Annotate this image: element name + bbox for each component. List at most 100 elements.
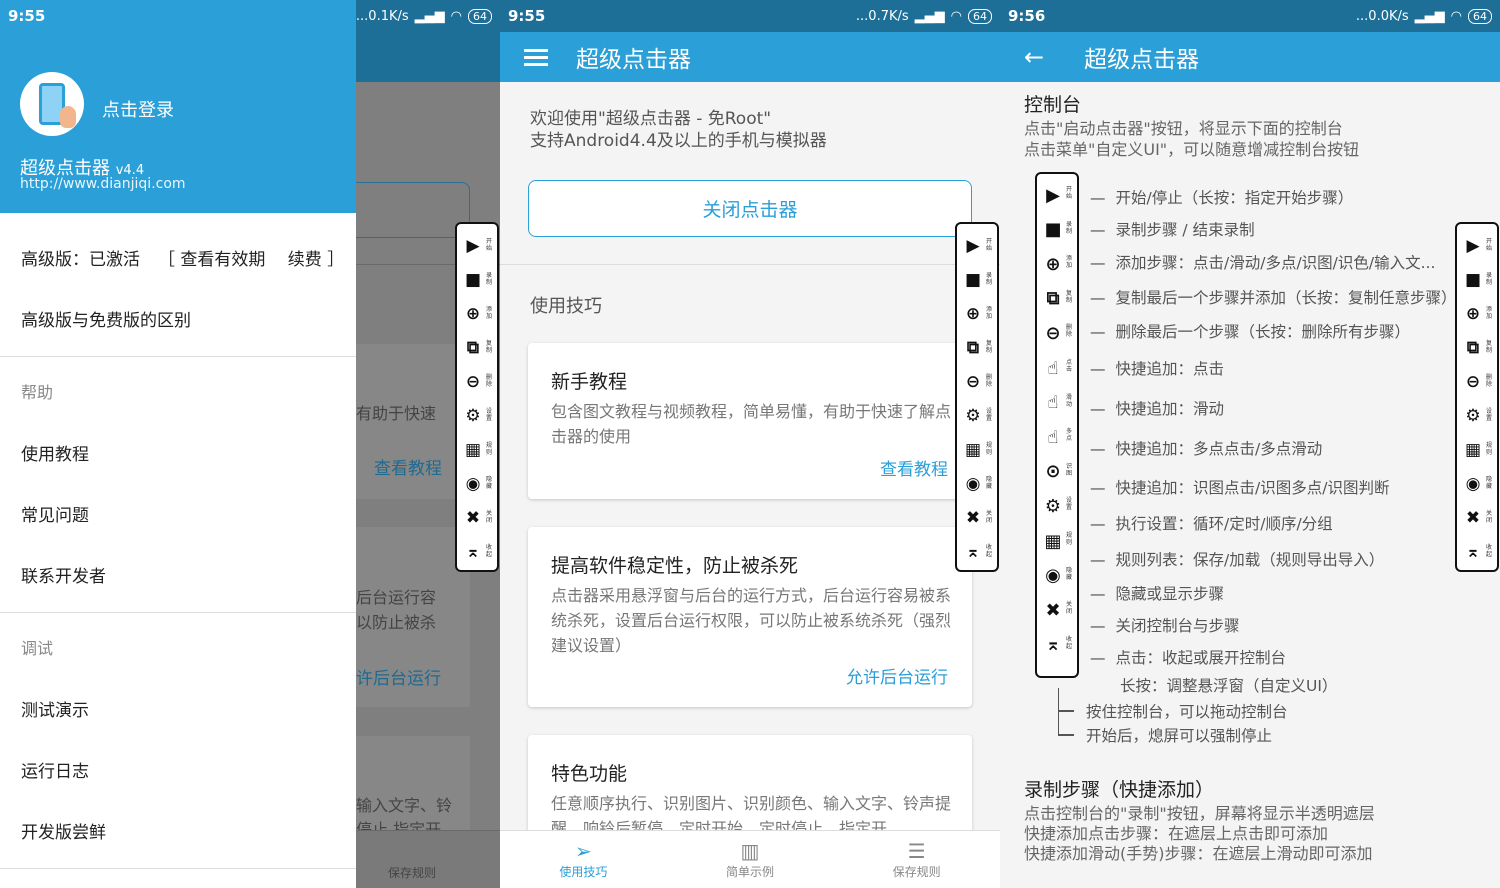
floating-control-bar[interactable]: ▶ 开始 ■ 录制 ⊕ 添加 ⧉ 复制 ⊖ 删除 ⚙ 设置 ▦ 规则 ◉ 隐藏 ✖ 关闭 ⌅ 收起 — [455, 222, 499, 572]
control-label: 关闭 — [1486, 510, 1493, 524]
drawer-screen: 有助于快速 查看教程 后台运行容 以防止被杀 许后台运行 输入文字、铃 停止 指… — [0, 0, 500, 888]
control-label: 收起 — [986, 544, 993, 558]
close-button-shadow — [356, 182, 470, 238]
add-icon[interactable]: ⊕ — [463, 304, 483, 324]
copy-icon[interactable]: ⧉ — [463, 338, 483, 358]
record-icon[interactable]: ■ — [1463, 270, 1483, 290]
behind-link: 许后台运行 — [356, 669, 441, 689]
remove-icon[interactable]: ⊖ — [463, 372, 483, 392]
rules-icon: ▦ — [1044, 530, 1062, 552]
card-title: 新手教程 — [551, 371, 628, 393]
close-clicker-button[interactable]: 关闭点击器 — [528, 180, 972, 237]
tap-icon: ☝ — [1047, 357, 1059, 379]
hide-icon[interactable]: ◉ — [963, 474, 983, 494]
card-title: 提高软件稳定性，防止被杀死 — [551, 555, 799, 577]
behind-nav-label: 保存规则 — [388, 866, 437, 880]
record-icon[interactable]: ■ — [963, 270, 983, 290]
tip-card: 新手教程 包含图文教程与视频教程，简单易懂，有助于快速了解点击器的使用 查看教程 — [528, 343, 972, 499]
close-icon: ✖ — [1045, 599, 1061, 621]
control-label: 收起 — [486, 544, 493, 558]
battery-icon: 64 — [1468, 8, 1492, 24]
wifi-icon: ◠ — [950, 8, 962, 24]
control-label: 录制 — [486, 272, 493, 286]
swipe-icon: ☝ — [1047, 392, 1059, 414]
nav-examples[interactable]: ▥ 简单示例 — [667, 831, 834, 888]
floating-control-bar[interactable]: ▶ 开始 ■ 录制 ⊕ 添加 ⧉ 复制 ⊖ 删除 ⚙ 设置 ▦ 规则 ◉ 隐藏 ✖ 关闭 ⌅ 收起 — [955, 222, 999, 572]
legend-text: 执行设置：循环/定时/顺序/分组 — [1090, 512, 1333, 534]
play-icon[interactable]: ▶ — [463, 236, 483, 256]
page-title: 超级点击器 — [576, 47, 691, 73]
copy-icon[interactable]: ⧉ — [963, 338, 983, 358]
remove-icon[interactable]: ⊖ — [1463, 372, 1483, 392]
allow-background-link[interactable]: 允许后台运行 — [846, 663, 948, 688]
drawer-item-faq[interactable]: 常见问题 — [21, 501, 89, 526]
remove-icon[interactable]: ⊖ — [963, 372, 983, 392]
drawer-item-diff[interactable]: 高级版与免费版的区别 — [21, 306, 191, 331]
close-icon[interactable]: ✖ — [1463, 508, 1483, 528]
control-label: 规则 — [986, 442, 993, 456]
control-label: 设置 — [1066, 497, 1073, 512]
close-icon[interactable]: ✖ — [963, 508, 983, 528]
play-icon[interactable]: ▶ — [963, 236, 983, 256]
control-label: 添加 — [1066, 255, 1073, 270]
collapse-icon[interactable]: ⌅ — [463, 542, 483, 562]
legend-text: 快捷追加：多点点击/多点滑动 — [1090, 437, 1323, 459]
legend-text: 关闭控制台与步骤 — [1090, 614, 1240, 636]
record-desc: 快捷添加点击步骤：在遮层上点击即可添加 — [1024, 824, 1329, 843]
drawer-item-log[interactable]: 运行日志 — [21, 757, 89, 782]
signal-icon: ▂▄▆ — [1414, 8, 1445, 24]
legend-text: 快捷追加：滑动 — [1090, 397, 1225, 419]
network-speed: ...0.7K/s — [855, 8, 909, 24]
legend-text: 复制最后一个步骤并添加（长按：复制任意步骤） — [1090, 286, 1457, 308]
wifi-icon: ◠ — [1450, 8, 1462, 24]
copy-icon[interactable]: ⧉ — [1463, 338, 1483, 358]
rules-icon[interactable]: ▦ — [1463, 440, 1483, 460]
rules-icon[interactable]: ▦ — [963, 440, 983, 460]
premium-actions[interactable]: ［ 查看有效期 续费 ］ — [158, 245, 344, 270]
control-label: 设置 — [486, 408, 493, 422]
menu-icon[interactable] — [524, 45, 548, 70]
drawer-header: 9:55 点击登录 超级点击器 v4.4 http://www.dianjiqi… — [0, 0, 356, 213]
add-icon[interactable]: ⊕ — [1463, 304, 1483, 324]
battery-icon: 64 — [468, 8, 492, 24]
drawer-item-beta[interactable]: 开发版尝鲜 — [21, 818, 106, 843]
play-icon[interactable]: ▶ — [1463, 236, 1483, 256]
control-label: 关闭 — [1066, 601, 1073, 616]
close-icon[interactable]: ✖ — [463, 508, 483, 528]
control-label: 删除 — [486, 374, 493, 388]
record-icon: ■ — [1044, 219, 1062, 241]
control-label: 删除 — [1486, 374, 1493, 388]
rules-icon[interactable]: ▦ — [463, 440, 483, 460]
list-icon: ☰ — [907, 839, 926, 863]
section-debug: 调试 — [21, 639, 54, 658]
multi-tap-icon: ☝ — [1047, 426, 1059, 448]
nav-tips[interactable]: ➢ 使用技巧 — [500, 831, 667, 888]
record-icon[interactable]: ■ — [463, 270, 483, 290]
gear-icon[interactable]: ⚙ — [1463, 406, 1483, 426]
signal-icon: ▂▄▆ — [414, 8, 445, 24]
record-title: 录制步骤（快捷添加） — [1024, 779, 1215, 801]
nav-rules[interactable]: ☰ 保存规则 — [833, 831, 1000, 888]
welcome-line: 欢迎使用"超级点击器 - 免Root" — [530, 109, 772, 129]
gear-icon[interactable]: ⚙ — [963, 406, 983, 426]
gear-icon[interactable]: ⚙ — [463, 406, 483, 426]
view-tutorial-link[interactable]: 查看教程 — [880, 455, 948, 480]
drawer-item-demo[interactable]: 测试演示 — [21, 696, 89, 721]
divider — [0, 868, 356, 869]
divider — [0, 356, 356, 357]
avatar[interactable] — [20, 72, 84, 136]
back-arrow-icon[interactable]: ← — [1024, 43, 1044, 71]
drawer-item-tutorial[interactable]: 使用教程 — [21, 440, 89, 465]
control-label: 滑动 — [1066, 393, 1073, 408]
hide-icon[interactable]: ◉ — [463, 474, 483, 494]
add-icon[interactable]: ⊕ — [963, 304, 983, 324]
drawer-item-contact[interactable]: 联系开发者 — [21, 562, 106, 587]
status-bar: 9:55 ...0.7K/s ▂▄▆ ◠ 64 — [500, 0, 1000, 32]
login-link[interactable]: 点击登录 — [102, 96, 174, 122]
collapse-icon[interactable]: ⌅ — [1463, 542, 1483, 562]
tip-card: 提高软件稳定性，防止被杀死 点击器采用悬浮窗与后台的运行方式，后台运行容易被系统… — [528, 527, 972, 707]
wifi-icon: ◠ — [450, 8, 462, 24]
floating-control-bar[interactable]: ▶ 开始 ■ 录制 ⊕ 添加 ⧉ 复制 ⊖ 删除 ⚙ 设置 ▦ 规则 ◉ 隐藏 ✖ 关闭 ⌅ 收起 — [1455, 222, 1499, 572]
hide-icon[interactable]: ◉ — [1463, 474, 1483, 494]
collapse-icon[interactable]: ⌅ — [963, 542, 983, 562]
